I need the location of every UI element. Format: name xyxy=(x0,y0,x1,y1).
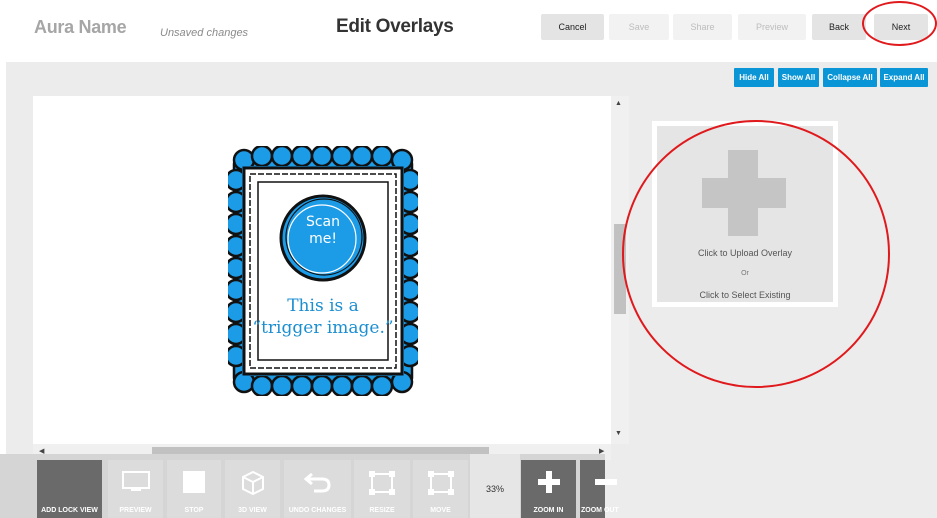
next-button[interactable]: Next xyxy=(874,14,928,40)
stop-icon xyxy=(183,471,205,493)
zoom-out-label: ZOOM OUT xyxy=(581,507,619,514)
vertical-scroll-thumb[interactable] xyxy=(614,224,626,314)
preview-button[interactable]: Preview xyxy=(738,14,806,40)
3d-view-button[interactable]: 3D VIEW xyxy=(225,460,280,518)
undo-changes-label: UNDO CHANGES xyxy=(288,507,347,514)
upload-overlay-area[interactable]: Click to Upload Overlay Or Click to Sele… xyxy=(657,126,833,302)
scan-me-line2: me! xyxy=(309,231,337,247)
expand-all-button[interactable]: Expand All xyxy=(880,68,928,87)
zoom-in-button[interactable]: ZOOM IN xyxy=(521,460,576,518)
move-button[interactable]: MOVE xyxy=(413,460,468,518)
unsaved-status: Unsaved changes xyxy=(160,27,249,39)
stop-label: STOP xyxy=(184,507,204,514)
resize-icon xyxy=(369,471,395,495)
workspace: Hide All Show All Collapse All Expand Al… xyxy=(6,62,937,518)
or-label: Or xyxy=(741,270,749,277)
scan-me-line1: Scan xyxy=(305,214,341,230)
aura-name-title[interactable]: Aura Name xyxy=(34,17,127,38)
plus-icon xyxy=(537,471,560,493)
scalloped-frame-graphic xyxy=(224,144,422,398)
monitor-icon xyxy=(121,471,150,491)
undo-changes-button[interactable]: UNDO CHANGES xyxy=(284,460,351,518)
show-all-button[interactable]: Show All xyxy=(778,68,819,87)
cancel-button[interactable]: Cancel xyxy=(541,14,604,40)
resize-label: RESIZE xyxy=(369,507,395,514)
zoom-out-button[interactable]: ZOOM OUT xyxy=(580,460,619,518)
trigger-caption-line1: This is a xyxy=(287,296,359,316)
stop-button[interactable]: STOP xyxy=(167,460,221,518)
scroll-up-arrow-icon[interactable]: ▲ xyxy=(615,100,622,107)
upload-overlay-link[interactable]: Click to Upload Overlay xyxy=(657,248,833,258)
scroll-down-arrow-icon[interactable]: ▼ xyxy=(615,430,622,437)
trigger-image[interactable]: Scan me! This is a “trigger image.” xyxy=(224,144,422,398)
move-label: MOVE xyxy=(430,507,451,514)
edit-overlays-screen: Aura Name Unsaved changes Edit Overlays … xyxy=(0,0,937,518)
upload-overlay-box[interactable]: Click to Upload Overlay Or Click to Sele… xyxy=(652,121,838,307)
collapse-all-button[interactable]: Collapse All xyxy=(823,68,877,87)
trigger-caption-line2: “trigger image.” xyxy=(252,318,394,338)
save-button[interactable]: Save xyxy=(609,14,669,40)
zoom-level-value: 33% xyxy=(470,454,520,518)
back-button[interactable]: Back xyxy=(812,14,866,40)
undo-icon xyxy=(303,472,331,493)
resize-button[interactable]: RESIZE xyxy=(354,460,410,518)
select-existing-link[interactable]: Click to Select Existing xyxy=(657,290,833,300)
header-bar: Aura Name Unsaved changes Edit Overlays … xyxy=(0,0,937,57)
add-lock-view-label: ADD LOCK VIEW xyxy=(41,507,98,514)
preview-tool-label: PREVIEW xyxy=(119,507,152,514)
zoom-in-label: ZOOM IN xyxy=(533,507,564,514)
hide-all-button[interactable]: Hide All xyxy=(734,68,774,87)
move-icon xyxy=(427,471,454,495)
editor-canvas[interactable]: Scan me! This is a “trigger image.” xyxy=(33,96,611,444)
share-button[interactable]: Share xyxy=(673,14,732,40)
page-title: Edit Overlays xyxy=(336,16,454,37)
add-lock-view-button[interactable]: ADD LOCK VIEW xyxy=(37,460,102,518)
preview-tool-button[interactable]: PREVIEW xyxy=(108,460,163,518)
upload-plus-icon-bar xyxy=(702,178,786,208)
3d-view-label: 3D VIEW xyxy=(238,507,267,514)
cube-icon xyxy=(241,470,264,496)
canvas-vertical-scrollbar[interactable]: ▲ ▼ xyxy=(611,96,629,444)
minus-icon xyxy=(595,479,617,485)
